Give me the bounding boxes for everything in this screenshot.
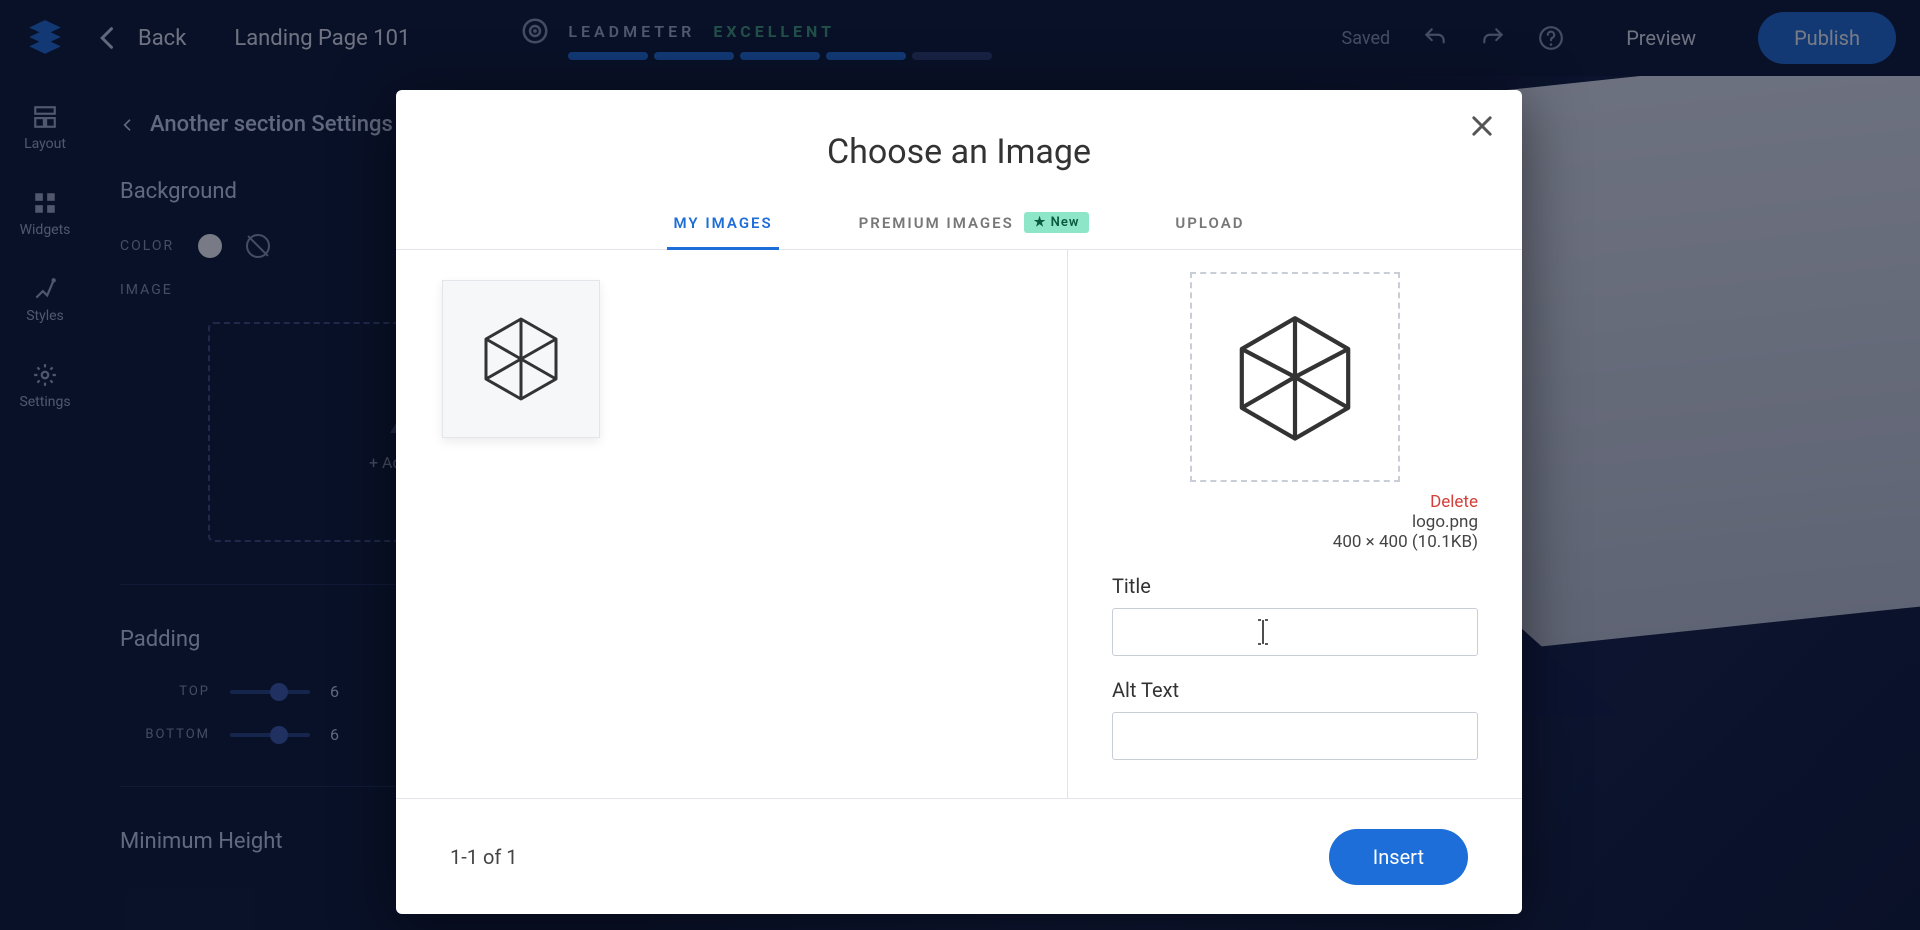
image-meta: Delete logo.png 400 × 400 (10.1KB) (1112, 492, 1478, 552)
modal-tabs: MY IMAGES PREMIUM IMAGES ★ New UPLOAD (396, 202, 1522, 250)
tab-label: PREMIUM IMAGES (859, 214, 1014, 232)
choose-image-modal: Choose an Image MY IMAGES PREMIUM IMAGES… (396, 90, 1522, 914)
alt-text-input[interactable] (1112, 712, 1478, 760)
cube-icon (471, 309, 571, 409)
delete-image-link[interactable]: Delete (1112, 492, 1478, 512)
new-badge: ★ New (1024, 212, 1090, 233)
image-dimensions: 400 × 400 (10.1KB) (1112, 532, 1478, 552)
modal-title: Choose an Image (396, 90, 1522, 202)
tab-upload[interactable]: UPLOAD (1169, 202, 1250, 249)
tab-my-images[interactable]: MY IMAGES (667, 202, 778, 249)
close-icon[interactable] (1468, 112, 1496, 140)
title-input[interactable] (1112, 608, 1478, 656)
title-field-label: Title (1112, 574, 1478, 598)
cube-icon (1225, 307, 1365, 447)
image-filename: logo.png (1112, 512, 1478, 532)
insert-button[interactable]: Insert (1329, 829, 1468, 885)
image-gallery (396, 250, 1068, 798)
gallery-thumbnail[interactable] (442, 280, 600, 438)
tab-label: UPLOAD (1175, 214, 1244, 232)
image-detail-pane: Delete logo.png 400 × 400 (10.1KB) Title… (1068, 250, 1522, 798)
alt-field-label: Alt Text (1112, 678, 1478, 702)
pagination-text: 1-1 of 1 (450, 845, 518, 869)
tab-premium-images[interactable]: PREMIUM IMAGES ★ New (853, 202, 1096, 249)
image-preview (1190, 272, 1400, 482)
modal-footer: 1-1 of 1 Insert (396, 798, 1522, 914)
tab-label: MY IMAGES (673, 214, 772, 232)
modal-body: Delete logo.png 400 × 400 (10.1KB) Title… (396, 250, 1522, 798)
